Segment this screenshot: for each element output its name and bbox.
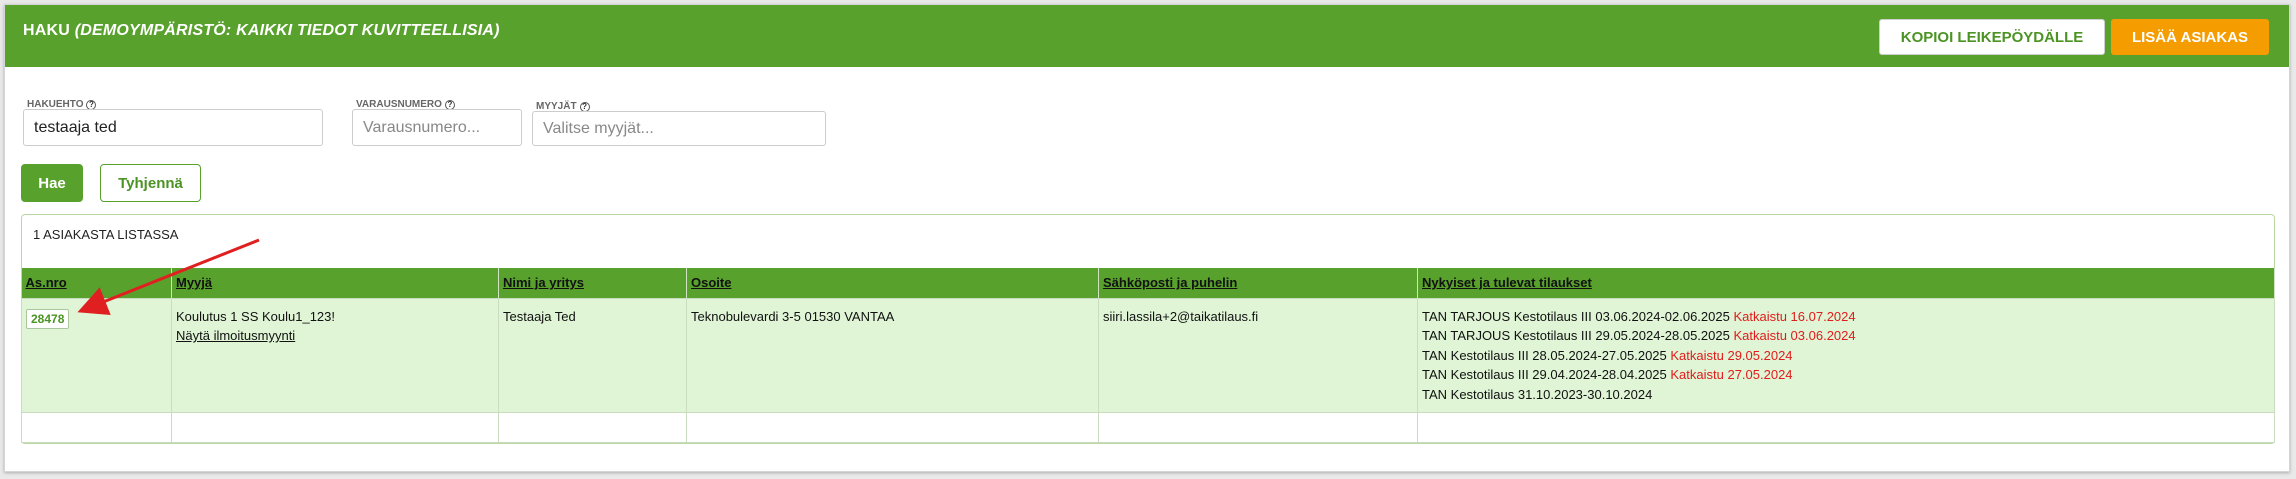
sellers-select[interactable] — [532, 111, 826, 146]
search-button[interactable]: Hae — [21, 164, 83, 202]
clear-button[interactable]: Tyhjennä — [100, 164, 201, 202]
column-header-orders[interactable]: Nykyiset ja tulevat tilaukset — [1417, 268, 2275, 298]
order-item: TAN Kestotilaus III 29.04.2024-28.04.202… — [1422, 365, 2270, 385]
seller-name: Koulutus 1 SS Koulu1_123! — [176, 308, 336, 324]
criteria-input[interactable] — [23, 109, 323, 146]
add-customer-button[interactable]: LISÄÄ ASIAKAS — [2111, 19, 2269, 55]
column-header-customer-number[interactable]: As.nro — [21, 268, 172, 298]
demo-notice: (DEMOYMPÄRISTÖ: KAIKKI TIEDOT KUVITTEELL… — [74, 22, 500, 39]
order-text: TAN Kestotilaus III 28.05.2024-27.05.202… — [1422, 347, 1667, 363]
order-status: Katkaistu 27.05.2024 — [1670, 367, 1793, 382]
customer-number-cell: 28478 — [21, 297, 172, 413]
help-icon[interactable]: ? — [579, 101, 590, 112]
order-item: TAN TARJOUS Kestotilaus III 03.06.2024-0… — [1422, 307, 2270, 327]
table-header-row: As.nro Myyjä Nimi ja yritys Osoite Sähkö… — [21, 268, 2275, 298]
order-item: TAN Kestotilaus 31.10.2023-30.10.2024 — [1422, 385, 2270, 405]
order-text: TAN TARJOUS Kestotilaus III 03.06.2024-0… — [1422, 308, 1730, 324]
column-header-contact[interactable]: Sähköposti ja puhelin — [1098, 268, 1418, 298]
order-item: TAN TARJOUS Kestotilaus III 29.05.2024-2… — [1422, 326, 2270, 346]
order-status: Katkaistu 29.05.2024 — [1670, 347, 1793, 363]
help-icon[interactable]: ? — [444, 99, 455, 110]
title-text: HAKU — [23, 22, 71, 39]
order-item: TAN Kestotilaus III 28.05.2024-27.05.202… — [1422, 346, 2270, 366]
name-cell: Testaaja Ted — [498, 297, 687, 413]
header-bar: HAKU (DEMOYMPÄRISTÖ: KAIKKI TIEDOT KUVIT… — [5, 5, 2289, 67]
order-text: TAN Kestotilaus 31.10.2023-30.10.2024 — [1422, 386, 1653, 402]
orders-cell: TAN TARJOUS Kestotilaus III 03.06.2024-0… — [1417, 297, 2275, 413]
column-header-name[interactable]: Nimi ja yritys — [498, 268, 687, 298]
order-text: TAN TARJOUS Kestotilaus III 29.05.2024-2… — [1422, 328, 1730, 343]
table-row-empty — [21, 412, 2275, 443]
search-panel: HAKU (DEMOYMPÄRISTÖ: KAIKKI TIEDOT KUVIT… — [4, 4, 2290, 472]
contact-cell: siiri.lassila+2@taikatilaus.fi — [1098, 297, 1418, 413]
page-title: HAKU (DEMOYMPÄRISTÖ: KAIKKI TIEDOT KUVIT… — [23, 22, 500, 40]
show-ad-sales-link[interactable]: Näytä ilmoitusmyynti — [176, 326, 494, 346]
table-row: 28478 Koulutus 1 SS Koulu1_123! Näytä il… — [21, 297, 2275, 413]
column-header-address[interactable]: Osoite — [686, 268, 1099, 298]
booking-number-input[interactable] — [352, 109, 522, 146]
seller-cell: Koulutus 1 SS Koulu1_123! Näytä ilmoitus… — [171, 297, 499, 413]
customer-number-link[interactable]: 28478 — [26, 308, 70, 329]
column-header-seller[interactable]: Myyjä — [171, 268, 499, 298]
help-icon[interactable]: ? — [86, 99, 97, 110]
results-count: 1 ASIAKASTA LISTASSA — [33, 227, 179, 242]
address-cell: Teknobulevardi 3-5 01530 VANTAA — [686, 297, 1099, 413]
results-table: As.nro Myyjä Nimi ja yritys Osoite Sähkö… — [21, 268, 2275, 443]
order-text: TAN Kestotilaus III 29.04.2024-28.04.202… — [1422, 367, 1667, 382]
order-status: Katkaistu 03.06.2024 — [1733, 328, 1856, 343]
copy-to-clipboard-button[interactable]: KOPIOI LEIKEPÖYDÄLLE — [1879, 19, 2105, 55]
order-status: Katkaistu 16.07.2024 — [1733, 308, 1856, 324]
